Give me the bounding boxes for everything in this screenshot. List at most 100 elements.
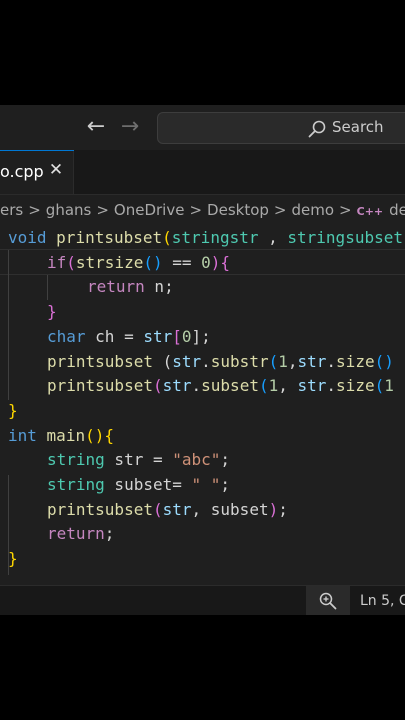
code-line[interactable]: string subset= " ";	[47, 472, 230, 497]
code-token: printsubset	[47, 351, 153, 371]
code-token: str	[143, 326, 173, 346]
code-line[interactable]: printsubset (str.substr(1,str.size()	[47, 349, 394, 374]
code-token: stringsubset	[287, 228, 403, 247]
code-token: ()	[85, 425, 105, 445]
vscode-window: ← → Search o.cpp ✕ ers > ghans > OneDrive > De…	[0, 105, 405, 615]
command-center-search[interactable]: Search	[157, 112, 405, 144]
code-token: 1	[384, 376, 394, 396]
breadcrumb-item[interactable]: ers	[0, 201, 23, 219]
code-line[interactable]: int main(){	[8, 423, 114, 448]
code-token: size	[336, 351, 375, 371]
code-token: " "	[191, 475, 221, 494]
code-token: }	[8, 549, 18, 569]
code-token: char	[47, 326, 86, 346]
code-token: stringstr	[171, 228, 259, 247]
code-token: {	[220, 252, 231, 272]
code-token: {	[104, 425, 114, 445]
code-token: size	[336, 376, 375, 396]
code-line[interactable]: printsubset(str, subset);	[47, 497, 288, 522]
code-line[interactable]: if(strsize() == 0){	[47, 250, 230, 275]
zoom-in-icon	[319, 592, 337, 610]
code-token: main	[46, 425, 86, 445]
code-token: ,	[258, 228, 288, 247]
editor-tab-active[interactable]: o.cpp ✕	[0, 150, 74, 194]
code-token: str	[297, 376, 327, 396]
code-token: .	[326, 351, 337, 371]
code-token: (	[66, 252, 76, 272]
code-token: subset=	[104, 475, 192, 494]
code-line[interactable]: }	[47, 299, 57, 324]
code-token: if	[47, 252, 67, 272]
cpp-file-icon: C++	[356, 205, 384, 218]
code-token: [	[172, 326, 182, 346]
code-editor[interactable]: void printsubset(stringstr , stringsubse…	[0, 225, 405, 590]
code-token: (	[152, 351, 173, 371]
breadcrumb-item[interactable]: Desktop	[207, 201, 269, 219]
code-line[interactable]: }	[8, 546, 18, 571]
cursor-position[interactable]: Ln 5, C	[360, 593, 405, 609]
code-token: str =	[104, 450, 173, 470]
code-token: ==	[162, 252, 202, 272]
code-token: ()	[143, 252, 163, 272]
code-line[interactable]: void printsubset(stringstr , stringsubse…	[8, 225, 403, 250]
back-arrow-icon[interactable]: ←	[84, 113, 108, 141]
close-icon[interactable]: ✕	[46, 159, 66, 181]
code-token: ;	[104, 524, 115, 544]
tab-label: o.cpp	[0, 162, 44, 181]
code-token: 1	[278, 351, 288, 371]
code-token: return	[87, 277, 145, 297]
breadcrumb-separator: >	[96, 201, 109, 219]
breadcrumb-item[interactable]: ghans	[46, 201, 92, 219]
code-token: int	[8, 425, 37, 445]
breadcrumb-separator: >	[273, 201, 287, 219]
indent-guide	[8, 250, 9, 400]
code-token: ];	[191, 326, 211, 346]
code-token: str	[162, 499, 192, 519]
title-bar: ← → Search	[0, 105, 405, 150]
code-token: .	[191, 376, 202, 396]
code-line[interactable]: return n;	[87, 274, 174, 299]
code-token: , subset	[191, 499, 269, 519]
zoom-button[interactable]	[306, 586, 350, 615]
code-token: subset	[201, 376, 259, 396]
code-token: 0	[181, 326, 192, 346]
code-token: )	[268, 499, 279, 519]
tab-bar: o.cpp ✕	[0, 150, 405, 195]
code-token: ;	[220, 475, 231, 494]
code-token: (	[152, 499, 163, 519]
code-token: str	[172, 351, 202, 371]
code-line[interactable]: printsubset(str.subset(1, str.size(1	[47, 373, 394, 398]
code-line[interactable]: char ch = str[0];	[47, 324, 211, 349]
code-token: n;	[144, 277, 174, 297]
code-token: }	[8, 400, 18, 420]
tab-active-indicator	[0, 150, 74, 151]
status-bar: Ln 5, C	[0, 585, 405, 615]
breadcrumb-item[interactable]: OneDrive	[114, 201, 185, 219]
breadcrumb-item[interactable]: demo	[389, 201, 405, 219]
code-token: (	[162, 228, 172, 247]
breadcrumb-item[interactable]: demo	[292, 201, 335, 219]
code-token: )	[210, 252, 221, 272]
code-token: str	[297, 351, 327, 371]
code-token: ch =	[85, 326, 144, 346]
breadcrumb-separator: >	[189, 201, 203, 219]
code-token: ,	[287, 351, 298, 371]
code-token: (	[258, 376, 269, 396]
code-line[interactable]: return;	[47, 521, 114, 546]
code-token: .	[326, 376, 337, 396]
search-label: Search	[332, 118, 384, 136]
code-token: .	[201, 351, 211, 371]
code-token: void	[8, 228, 57, 247]
code-token: printsubset	[56, 228, 163, 247]
code-token: str	[162, 376, 192, 396]
code-token: (	[374, 376, 385, 396]
code-token: 0	[201, 252, 211, 272]
code-token: 1	[268, 376, 279, 396]
code-line[interactable]: string str = "abc";	[47, 447, 230, 472]
code-token: ;	[278, 499, 288, 519]
breadcrumb-separator: >	[339, 201, 352, 219]
code-token: string	[47, 450, 105, 470]
forward-arrow-icon[interactable]: →	[118, 113, 142, 141]
code-line[interactable]: }	[8, 398, 18, 423]
